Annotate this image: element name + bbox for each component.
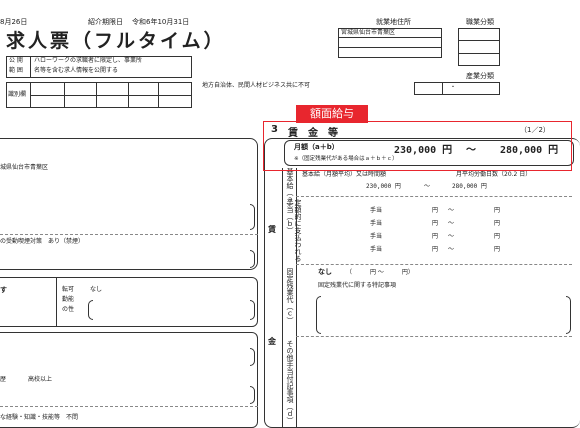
industry-class-value: ・ bbox=[450, 84, 457, 91]
disclosure-label-1: 公 開 bbox=[9, 57, 23, 64]
wages-frame bbox=[264, 138, 580, 428]
base-header: 基本給（月額平均）又は時間額 bbox=[302, 171, 387, 178]
left-frame-company bbox=[0, 138, 258, 270]
id-label: 識別欄 bbox=[8, 91, 27, 98]
fixed-ot-vertical: 固定残業代（ｃ） bbox=[286, 268, 294, 324]
allowance-min: 円 bbox=[432, 246, 439, 253]
transfer-label-3: の性 bbox=[62, 306, 75, 313]
fixed-ot-range: （ 円 〜 円） bbox=[346, 269, 414, 276]
disclosure-text-2: 名等を含む求人情報を公開する bbox=[34, 67, 119, 74]
base-max: 280,000 円 bbox=[452, 183, 487, 190]
avg-days-header: 月平均労働日数（20.2 日） bbox=[456, 171, 532, 178]
allowance-min: 円 bbox=[432, 207, 439, 214]
annotation-highlight-box bbox=[263, 121, 572, 171]
disclosure-text-1: ハローワークの求職者に限定し、事業所 bbox=[34, 57, 143, 64]
transfer-label-1: 転可 bbox=[62, 286, 75, 293]
left-frame-transfer bbox=[0, 277, 258, 327]
deadline-value: 令和6年10月31日 bbox=[132, 18, 190, 26]
fixed-ot-special: 固定残業代に関する特記事項 bbox=[318, 282, 397, 289]
date-fragment: 8月26日 bbox=[0, 18, 28, 26]
allowance-name: 手当 bbox=[370, 220, 383, 227]
smoking-text: の受動喫煙対策 あり（禁煙） bbox=[0, 238, 85, 245]
allowance-sep: 〜 bbox=[448, 246, 455, 253]
transfer-fragment: す bbox=[0, 286, 7, 294]
experience-text: な経験・知識・技能等 不問 bbox=[0, 414, 79, 421]
transfer-value: なし bbox=[90, 286, 103, 293]
allowance-sep: 〜 bbox=[448, 233, 455, 240]
education-value: 高校以上 bbox=[28, 376, 53, 383]
allowance-max: 円 bbox=[494, 246, 501, 253]
allowance-sep: 〜 bbox=[448, 220, 455, 227]
base-range-sep: 〜 bbox=[424, 183, 431, 190]
education-fragment: 歴 bbox=[0, 376, 7, 383]
allowance-sep: 〜 bbox=[448, 207, 455, 214]
transfer-label-2: 勤能 bbox=[62, 296, 75, 303]
allowance-name: 手当 bbox=[370, 233, 383, 240]
industry-class-box bbox=[414, 82, 500, 95]
deadline-label: 紹介期限日 bbox=[88, 18, 123, 26]
allowance-min: 円 bbox=[432, 233, 439, 240]
disclosure-note: 地方自治体、民間人材ビジネス共に不可 bbox=[202, 82, 311, 89]
job-class-box bbox=[458, 28, 500, 66]
page-title: 求人票（フルタイム） bbox=[6, 30, 226, 52]
address-text: 城県仙台市青葉区 bbox=[0, 164, 49, 171]
location-label: 就業地住所 bbox=[376, 18, 411, 26]
wages-side-char-2: 金 bbox=[268, 337, 276, 346]
wages-side-char-1: 賃 bbox=[268, 225, 276, 234]
industry-class-label: 産業分類 bbox=[466, 72, 494, 80]
fixed-allow-vertical: 定額的に支払われる手当（ｂ） bbox=[286, 199, 302, 262]
allowance-max: 円 bbox=[494, 207, 501, 214]
fixed-ot-value: なし bbox=[318, 268, 332, 276]
allowance-name: 手当 bbox=[370, 207, 383, 214]
allowance-max: 円 bbox=[494, 233, 501, 240]
other-allow-vertical: その他手当付記事項（ｄ） bbox=[286, 340, 294, 424]
disclosure-label-2: 範 囲 bbox=[9, 67, 23, 74]
allowance-max: 円 bbox=[494, 220, 501, 227]
allowance-name: 手当 bbox=[370, 246, 383, 253]
location-value: 宮城県仙台市青葉区 bbox=[341, 29, 396, 36]
base-min: 230,000 円 bbox=[366, 183, 401, 190]
job-class-label: 職業分類 bbox=[466, 18, 494, 26]
annotation-label: 額面給与 bbox=[296, 105, 368, 123]
allowance-min: 円 bbox=[432, 220, 439, 227]
